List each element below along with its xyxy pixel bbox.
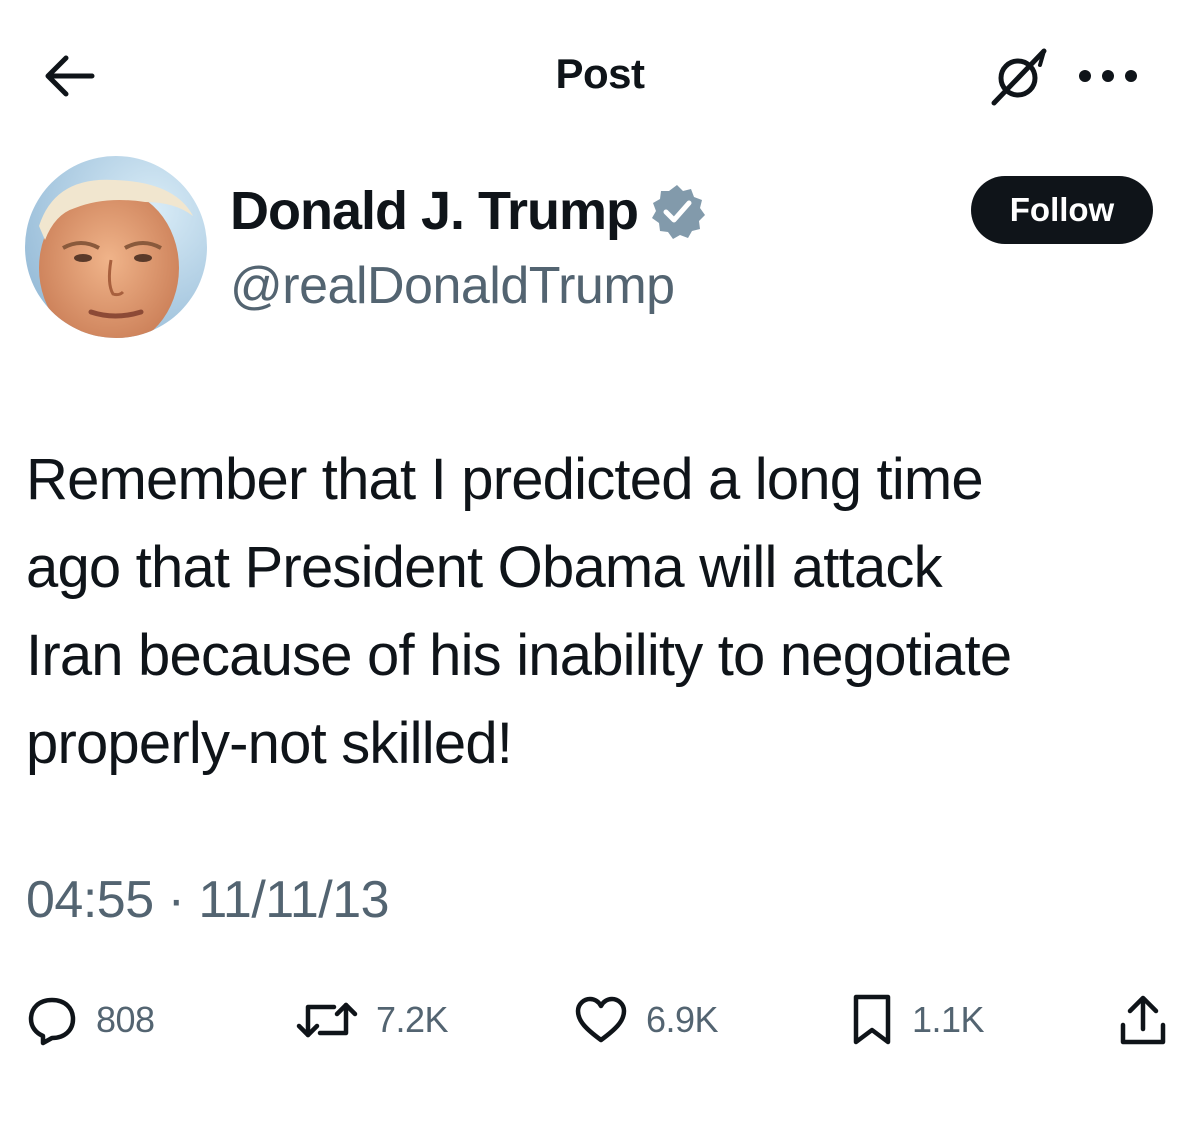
author-name[interactable]: Donald J. Trump (230, 176, 639, 246)
like-count: 6.9K (646, 999, 719, 1040)
reply-icon (26, 994, 78, 1046)
action-bar: 808 7.2K 6.9K 1.1K (0, 985, 1200, 1055)
bookmark-count: 1.1K (912, 999, 985, 1040)
verified-badge-icon[interactable] (648, 182, 706, 240)
post-timestamp[interactable]: 04:55 · 11/11/13 (26, 868, 390, 932)
heart-icon (574, 995, 628, 1045)
grok-icon (988, 45, 1050, 107)
more-horizontal-icon (1077, 68, 1139, 84)
reply-button[interactable]: 808 (26, 985, 155, 1055)
repost-button[interactable]: 7.2K (296, 985, 449, 1055)
top-bar: Post (0, 0, 1200, 150)
like-button[interactable]: 6.9K (574, 985, 719, 1055)
author-handle[interactable]: @realDonaldTrump (230, 254, 675, 318)
avatar[interactable] (25, 156, 207, 338)
share-icon (1118, 993, 1168, 1047)
author-name-row: Donald J. Trump (230, 176, 706, 246)
bookmark-icon (850, 993, 894, 1047)
share-button[interactable] (1118, 985, 1168, 1055)
repost-icon (296, 995, 358, 1045)
bookmark-button[interactable]: 1.1K (850, 985, 985, 1055)
post-text: Remember that I predicted a long time ag… (26, 447, 1012, 776)
follow-button[interactable]: Follow (971, 176, 1153, 244)
reply-count: 808 (96, 999, 155, 1040)
more-button[interactable] (1070, 52, 1146, 100)
grok-button[interactable] (984, 44, 1054, 108)
repost-count: 7.2K (376, 999, 449, 1040)
